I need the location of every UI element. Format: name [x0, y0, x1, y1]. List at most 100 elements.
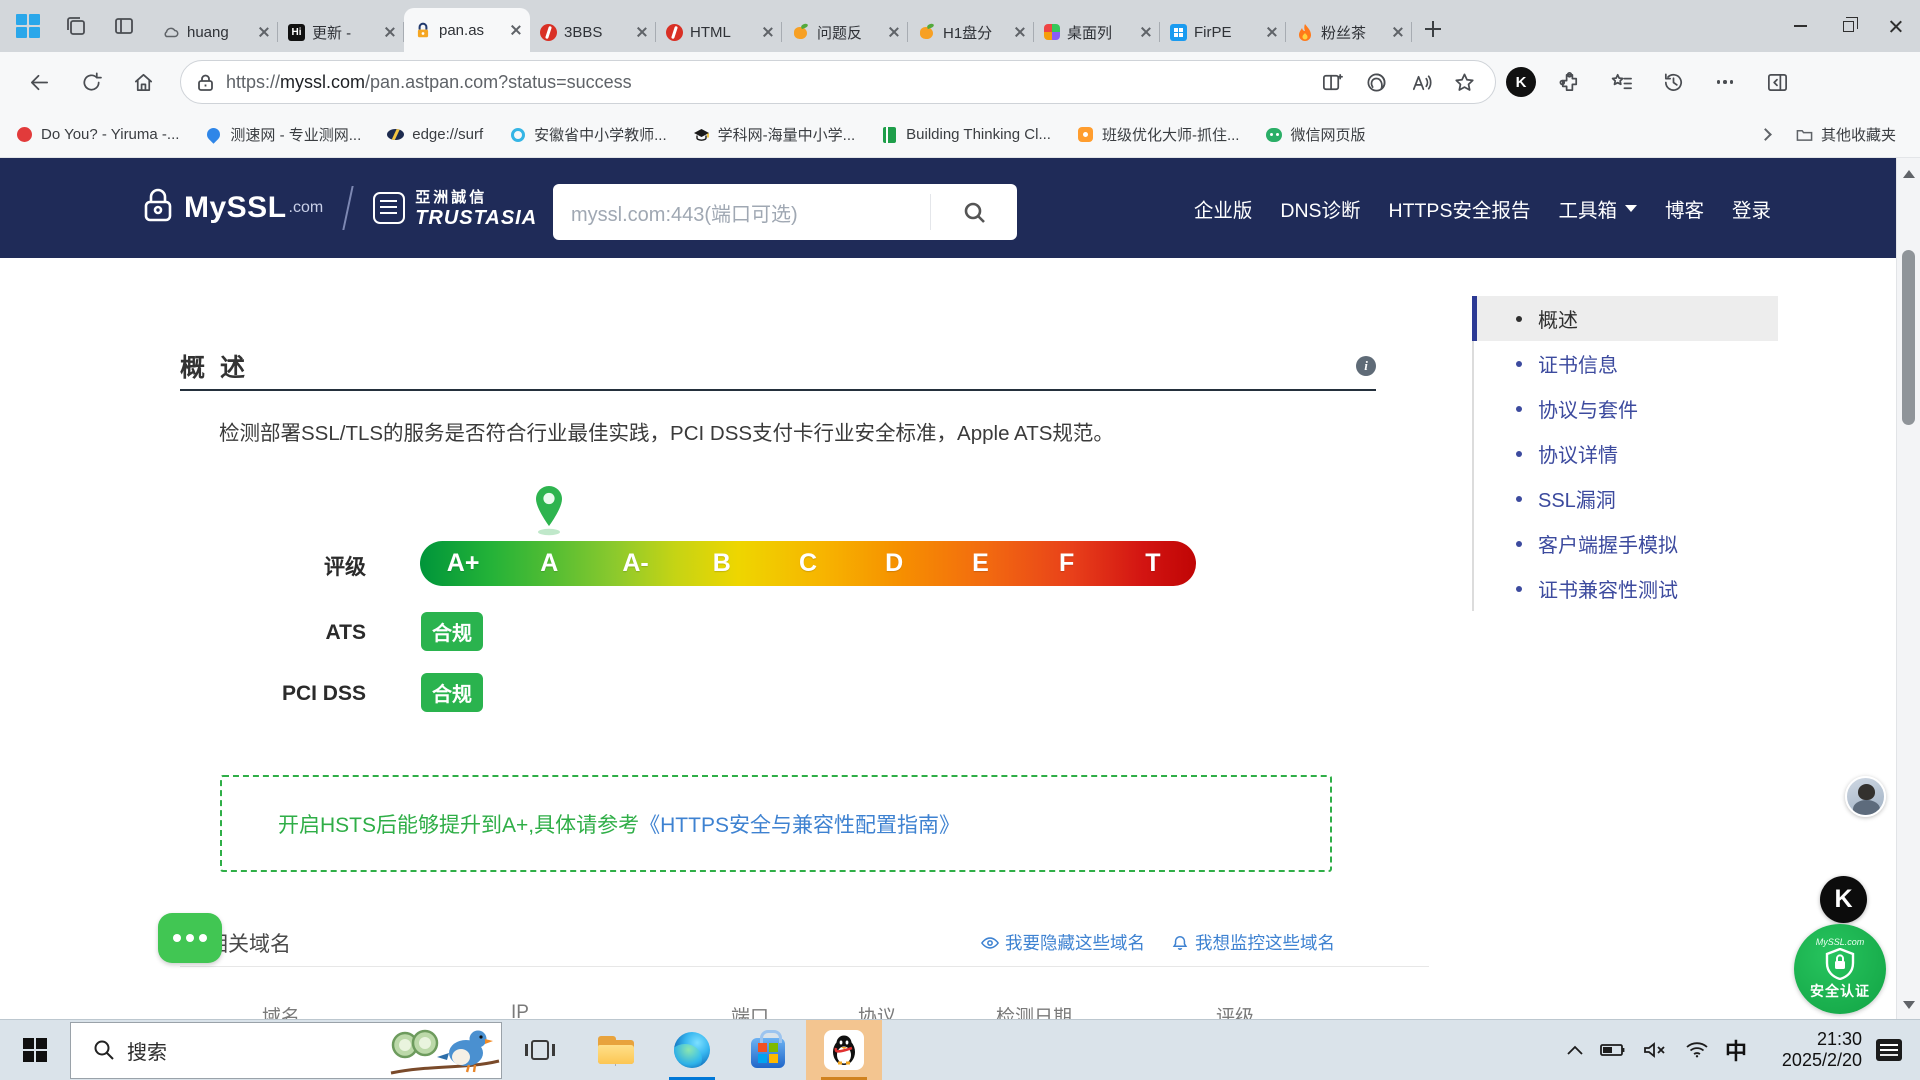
overview-description: 检测部署SSL/TLS的服务是否符合行业最佳实践，PCI DSS支付卡行业安全标…	[219, 416, 1114, 446]
nav-https-report[interactable]: HTTPS安全报告	[1389, 194, 1531, 223]
tab-close-icon[interactable]	[1392, 26, 1404, 38]
bookmark-building[interactable]: Building Thinking Cl...	[881, 126, 1051, 143]
window-close-button[interactable]	[1872, 0, 1920, 52]
monitor-domains-link[interactable]: 我想监控这些域名	[1171, 930, 1335, 955]
split-screen-icon[interactable]	[1317, 67, 1347, 97]
tab-h1pan[interactable]: H1盘分	[908, 12, 1034, 52]
ms-store-button[interactable]	[730, 1020, 806, 1080]
windows-logo-icon[interactable]	[14, 12, 42, 40]
bookmark-cesuwang[interactable]: 测速网 - 专业测网...	[205, 124, 361, 145]
tab-pan-active[interactable]: pan.as	[404, 8, 530, 52]
myssl-cert-badge[interactable]: MySSL.com 安全认证	[1794, 924, 1886, 1014]
menu-protocol-suites[interactable]: 协议与套件	[1474, 386, 1778, 431]
tab-close-icon[interactable]	[1014, 26, 1026, 38]
bookmark-doyou[interactable]: Do You? - Yiruma -...	[16, 126, 179, 143]
home-icon[interactable]	[128, 67, 158, 97]
tab-wenti[interactable]: 问题反	[782, 12, 908, 52]
address-bar[interactable]: https://myssl.com/pan.astpan.com?status=…	[180, 60, 1496, 104]
battery-icon[interactable]	[1592, 1020, 1634, 1080]
history-icon[interactable]	[1658, 67, 1688, 97]
menu-client-handshake[interactable]: 客户端握手模拟	[1474, 521, 1778, 566]
cloud-favicon	[162, 23, 180, 41]
tab-close-icon[interactable]	[258, 26, 270, 38]
bookmark-banji[interactable]: 班级优化大师-抓住...	[1077, 124, 1240, 145]
browser-essentials-icon[interactable]	[1361, 67, 1391, 97]
nav-enterprise[interactable]: 企业版	[1194, 194, 1253, 223]
tab-html[interactable]: HTML	[656, 12, 782, 52]
tab-close-icon[interactable]	[1266, 26, 1278, 38]
qq-button[interactable]	[806, 1020, 882, 1080]
tab-zhuomian[interactable]: 桌面列	[1034, 12, 1160, 52]
bookmark-anhui[interactable]: 安徽省中小学教师...	[509, 124, 667, 145]
bookmark-xkw[interactable]: 学科网-海量中小学...	[693, 124, 856, 145]
restore-button[interactable]	[1824, 0, 1872, 52]
floating-more-button[interactable]	[158, 913, 222, 963]
site-search-box[interactable]: myssl.com:443(端口可选)	[553, 184, 1017, 240]
bookmark-surf[interactable]: edge://surf	[387, 126, 483, 143]
bookmark-wechat[interactable]: 微信网页版	[1265, 124, 1365, 145]
tab-huang[interactable]: huang	[152, 12, 278, 52]
nav-login[interactable]: 登录	[1732, 194, 1771, 223]
support-avatar[interactable]	[1845, 776, 1886, 817]
scroll-up-icon[interactable]	[1903, 170, 1915, 178]
page-scrollbar[interactable]	[1896, 158, 1920, 1019]
url-text[interactable]: https://myssl.com/pan.astpan.com?status=…	[226, 72, 1303, 93]
favorites-list-icon[interactable]	[1606, 67, 1636, 97]
menu-ssl-vulnerabilities[interactable]: SSL漏洞	[1474, 476, 1778, 521]
tab-close-icon[interactable]	[510, 24, 522, 36]
tab-close-icon[interactable]	[636, 26, 648, 38]
start-button[interactable]	[0, 1020, 70, 1080]
tab-close-icon[interactable]	[384, 26, 396, 38]
nav-blog[interactable]: 博客	[1665, 194, 1704, 223]
tab-firpe[interactable]: FirPE	[1160, 12, 1286, 52]
hide-domains-link[interactable]: 我要隐藏这些域名	[981, 930, 1145, 955]
edge-browser-button[interactable]	[654, 1020, 730, 1080]
wifi-icon[interactable]	[1676, 1020, 1718, 1080]
tab-close-icon[interactable]	[888, 26, 900, 38]
ime-indicator[interactable]: 中	[1718, 1034, 1754, 1066]
other-favorites-folder[interactable]: 其他收藏夹	[1796, 124, 1896, 145]
task-view-button[interactable]	[502, 1020, 578, 1080]
back-icon[interactable]	[24, 67, 54, 97]
hidden-icons-chevron-icon[interactable]	[1558, 1020, 1592, 1080]
read-aloud-icon[interactable]	[1405, 67, 1435, 97]
taskbar-clock[interactable]: 21:30 2025/2/20	[1754, 1029, 1862, 1071]
tab-gengxin[interactable]: Hi 更新 -	[278, 12, 404, 52]
extensions-puzzle-icon[interactable]	[1554, 67, 1584, 97]
scroll-down-icon[interactable]	[1903, 1001, 1915, 1009]
sidebar-toggle-icon[interactable]	[1762, 67, 1792, 97]
volume-muted-icon[interactable]	[1634, 1020, 1676, 1080]
tab-3bbs[interactable]: 3BBS	[530, 12, 656, 52]
refresh-icon[interactable]	[76, 67, 106, 97]
minimize-button[interactable]	[1776, 0, 1824, 52]
menu-cert-compatibility[interactable]: 证书兼容性测试	[1474, 566, 1778, 611]
info-icon[interactable]: i	[1356, 356, 1376, 376]
menu-overview[interactable]: 概述	[1474, 296, 1778, 341]
profile-avatar[interactable]: K	[1506, 67, 1536, 97]
scrollbar-thumb[interactable]	[1902, 250, 1915, 425]
tab-fensi[interactable]: 粉丝茶	[1286, 12, 1412, 52]
workspaces-icon[interactable]	[62, 12, 90, 40]
menu-cert-info[interactable]: 证书信息	[1474, 341, 1778, 386]
nav-toolbox[interactable]: 工具箱	[1558, 194, 1637, 223]
favorite-star-icon[interactable]	[1449, 67, 1479, 97]
more-menu-icon[interactable]	[1710, 67, 1740, 97]
k-logo-button[interactable]: K	[1820, 876, 1867, 923]
tab-title: HTML	[690, 24, 755, 41]
tab-close-icon[interactable]	[1140, 26, 1152, 38]
nav-dns[interactable]: DNS诊断	[1280, 194, 1360, 223]
notification-center-icon[interactable]	[1876, 1039, 1902, 1061]
vertical-tabs-icon[interactable]	[110, 12, 138, 40]
file-explorer-button[interactable]	[578, 1020, 654, 1080]
tab-close-icon[interactable]	[762, 26, 774, 38]
myssl-logo[interactable]: MySSL .com	[140, 186, 323, 231]
mango-favicon	[792, 23, 810, 41]
taskbar-search-box[interactable]: 搜索	[70, 1022, 502, 1079]
trustasia-logo[interactable]: 亞洲誠信 TRUSTASIA	[373, 186, 537, 230]
new-tab-button[interactable]	[1418, 14, 1448, 44]
hsts-guide-link[interactable]: 《HTTPS安全与兼容性配置指南》	[639, 809, 960, 839]
rating-label: 评级	[250, 551, 366, 581]
menu-protocol-details[interactable]: 协议详情	[1474, 431, 1778, 476]
site-search-button[interactable]	[931, 184, 1017, 240]
bookmarks-overflow-chevron-icon[interactable]	[1759, 128, 1772, 141]
